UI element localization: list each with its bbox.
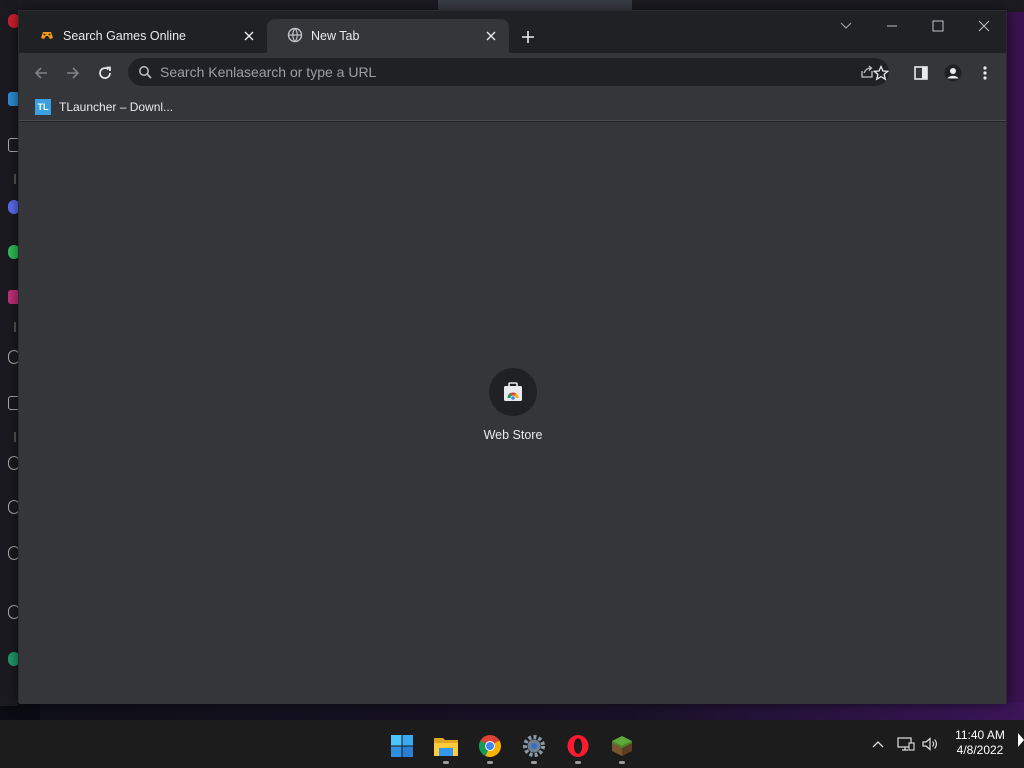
arrow-left-icon [34, 67, 47, 79]
new-tab-button[interactable] [517, 26, 539, 48]
globe-icon [287, 27, 303, 46]
shortcut-web-store[interactable]: Web Store [473, 368, 553, 442]
tab-search-games-online[interactable]: Search Games Online [19, 19, 267, 53]
chevron-up-icon [872, 741, 884, 748]
profile-button[interactable] [941, 61, 965, 85]
search-icon [138, 65, 152, 79]
bookmark-tlauncher[interactable]: TL TLauncher – Downl... [31, 96, 177, 118]
sidebar-divider [14, 174, 16, 184]
network-icon [897, 737, 915, 751]
running-indicator [575, 761, 581, 764]
network-button[interactable] [896, 734, 916, 754]
maximize-button[interactable] [923, 15, 953, 37]
clock-time: 11:40 AM [955, 728, 1005, 742]
bookmark-star-button[interactable] [869, 61, 893, 85]
close-window-button[interactable] [969, 15, 999, 37]
reload-button[interactable] [93, 61, 117, 85]
running-indicator [531, 761, 537, 764]
show-hidden-icons-button[interactable] [868, 734, 888, 754]
opera-icon [567, 735, 589, 757]
close-tab-icon[interactable] [241, 28, 257, 44]
speaker-icon [922, 737, 937, 751]
taskbar-chrome[interactable] [472, 728, 508, 764]
tab-new-tab[interactable]: New Tab [267, 19, 509, 53]
address-input[interactable] [160, 64, 800, 80]
bookmarks-bar: TL TLauncher – Downl... [19, 93, 1006, 121]
minecraft-icon [612, 736, 632, 756]
running-indicator [487, 761, 493, 764]
taskbar-settings[interactable] [516, 728, 552, 764]
close-tab-icon[interactable] [483, 28, 499, 44]
windows-start-icon [391, 735, 413, 757]
settings-gear-icon [523, 735, 545, 757]
sidebar-divider [14, 432, 16, 442]
plus-icon [522, 31, 534, 43]
folder-icon [434, 738, 458, 756]
side-panel-button[interactable] [909, 61, 933, 85]
new-tab-page: Web Store [19, 122, 1006, 704]
clock-date: 4/8/2022 [956, 743, 1004, 757]
running-indicator [443, 761, 449, 764]
chevron-down-icon [840, 22, 852, 29]
start-button[interactable] [384, 728, 420, 764]
running-indicator [619, 761, 625, 764]
taskbar: 11:40 AM 4/8/2022 [0, 720, 1024, 768]
side-panel-icon [914, 66, 928, 80]
maximize-icon [932, 20, 944, 32]
shortcut-tile [489, 368, 537, 416]
gamepad-icon [39, 27, 55, 46]
background-window-edge [40, 702, 1024, 720]
mouse-cursor-icon [1018, 733, 1024, 752]
more-vert-icon [983, 66, 987, 80]
taskbar-file-explorer[interactable] [428, 728, 464, 764]
forward-button[interactable] [61, 61, 85, 85]
browser-toolbar [19, 53, 1006, 93]
close-icon [978, 20, 990, 32]
star-icon [873, 65, 889, 81]
tab-search-button[interactable] [831, 15, 861, 37]
arrow-right-icon [67, 67, 80, 79]
taskbar-opera[interactable] [560, 728, 596, 764]
minimize-icon [887, 25, 897, 27]
shortcut-label: Web Store [483, 428, 543, 442]
reload-icon [99, 66, 111, 79]
address-bar[interactable] [128, 58, 889, 86]
browser-window: Search Games Online New Tab Search Kenla… [18, 10, 1007, 704]
background-app-sidebar [0, 0, 20, 706]
taskbar-minecraft[interactable] [604, 728, 640, 764]
profile-icon [944, 64, 962, 82]
tab-title: New Tab [311, 29, 360, 43]
system-clock[interactable]: 11:40 AM 4/8/2022 [946, 728, 1014, 758]
tab-strip: Search Games Online New Tab [19, 11, 1006, 53]
sidebar-divider [14, 322, 16, 332]
chrome-icon [479, 735, 501, 757]
tlauncher-icon: TL [35, 99, 51, 115]
web-store-icon [504, 382, 522, 401]
bookmark-label: TLauncher – Downl... [59, 100, 174, 114]
minimize-button[interactable] [877, 15, 907, 37]
volume-button[interactable] [920, 734, 940, 754]
menu-button[interactable] [973, 61, 997, 85]
tab-title: Search Games Online [63, 29, 186, 43]
back-button[interactable] [29, 61, 53, 85]
